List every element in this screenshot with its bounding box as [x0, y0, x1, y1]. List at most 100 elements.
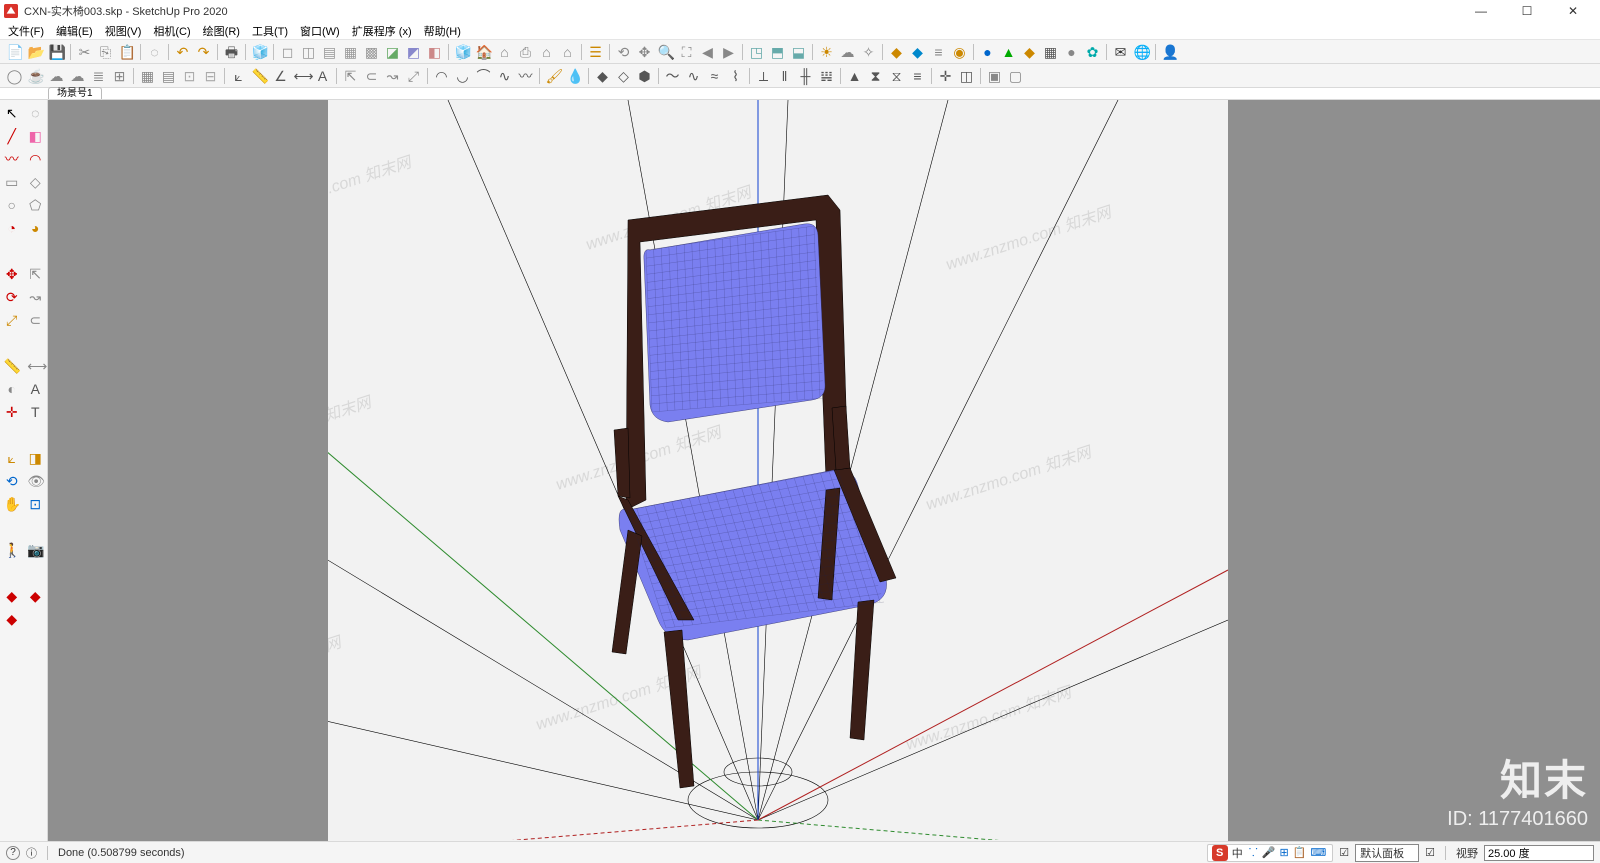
plugin-red-2[interactable]: ◆ [25, 585, 47, 607]
face-style-1[interactable]: ◻ [278, 42, 298, 62]
scale-tool[interactable]: ⤢ [1, 309, 23, 331]
guide-1[interactable]: ⟂ [754, 66, 774, 86]
dim[interactable]: ⟷ [292, 66, 312, 86]
face-style-4[interactable]: ▦ [341, 42, 361, 62]
paintb[interactable]: 🖌 [544, 66, 564, 86]
lasso-tool[interactable]: ◌ [25, 102, 47, 124]
freehand-tool[interactable]: 〰 [1, 148, 23, 170]
menu-7[interactable]: 扩展程序 (x) [346, 22, 418, 40]
component-2[interactable]: 🏠 [474, 42, 494, 62]
rectangle-tool[interactable]: ▭ [1, 171, 23, 193]
pie2-tool[interactable]: ◕ [25, 217, 47, 239]
3dtext[interactable]: T [25, 401, 47, 423]
layer-b[interactable]: ⊞ [110, 66, 130, 86]
face-style-6[interactable]: ◪ [383, 42, 403, 62]
cloud-b[interactable]: ☁ [68, 66, 88, 86]
menu-6[interactable]: 窗口(W) [294, 22, 346, 40]
arc-b[interactable]: ◡ [453, 66, 473, 86]
pushpull-tool[interactable]: ⇱ [25, 263, 47, 285]
position-cam[interactable]: 📷 [25, 539, 47, 561]
erase[interactable]: ◌ [145, 42, 165, 62]
eraser-tool[interactable]: ◧ [25, 125, 47, 147]
walk-tool[interactable]: 🚶 [1, 539, 23, 561]
face-style-8[interactable]: ◧ [425, 42, 445, 62]
look-tool[interactable]: 👁 [25, 470, 47, 492]
offset-2[interactable]: ⊂ [362, 66, 382, 86]
menu-3[interactable]: 相机(C) [147, 22, 196, 40]
zoom-ext[interactable]: ⛶ [677, 42, 697, 62]
reg-b[interactable]: ▢ [1006, 66, 1026, 86]
solid-1[interactable]: ◆ [593, 66, 613, 86]
text-tool[interactable]: A [25, 378, 47, 400]
cloud-a[interactable]: ☁ [47, 66, 67, 86]
geo[interactable]: 🌐 [1132, 42, 1152, 62]
zoomwin[interactable]: ⊡ [25, 493, 47, 515]
select-tool[interactable]: ↖ [1, 102, 23, 124]
pushpull-2[interactable]: ⇱ [341, 66, 361, 86]
model-canvas[interactable]: www.znzmo.com 知末网 www.znzmo.com 知末网 www.… [328, 100, 1228, 840]
component-4[interactable]: ⎙ [516, 42, 536, 62]
component-5[interactable]: ⌂ [537, 42, 557, 62]
face-style-5[interactable]: ▩ [362, 42, 382, 62]
layer-a[interactable]: ≣ [89, 66, 109, 86]
info-icon[interactable]: ⓘ [26, 845, 37, 861]
tray-toggle-right[interactable]: ☑ [1425, 846, 1435, 859]
new-file[interactable]: 📄 [5, 42, 25, 62]
ime-icon-1[interactable]: 🎤 [1262, 847, 1276, 859]
mail[interactable]: ✉ [1111, 42, 1131, 62]
next-view[interactable]: ▶ [719, 42, 739, 62]
grid-c[interactable]: ⊡ [180, 66, 200, 86]
angle[interactable]: ∠ [271, 66, 291, 86]
pan-cam[interactable]: ✥ [635, 42, 655, 62]
plugin-a[interactable]: ◆ [887, 42, 907, 62]
zoom-cam[interactable]: 🔍 [656, 42, 676, 62]
menu-8[interactable]: 帮助(H) [418, 22, 467, 40]
component-6[interactable]: ⌂ [558, 42, 578, 62]
solid-2[interactable]: ◇ [614, 66, 634, 86]
move-tool[interactable]: ✥ [1, 263, 23, 285]
iso-view[interactable]: ◳ [747, 42, 767, 62]
arc-c[interactable]: ⌒ [474, 66, 494, 86]
ime-icon-4[interactable]: ⌨ [1310, 847, 1326, 859]
component-1[interactable]: 🧊 [453, 42, 473, 62]
ime-icon-3[interactable]: 📋 [1293, 847, 1307, 859]
mirror[interactable]: ▲ [845, 66, 865, 86]
prev-view[interactable]: ◀ [698, 42, 718, 62]
save-file[interactable]: 💾 [47, 42, 67, 62]
close-button[interactable]: ✕ [1550, 0, 1596, 22]
menu-4[interactable]: 绘图(R) [197, 22, 246, 40]
line-tool[interactable]: ╱ [1, 125, 23, 147]
layers[interactable]: ☰ [586, 42, 606, 62]
ext-6[interactable]: ✿ [1083, 42, 1103, 62]
scale-2[interactable]: ⤢ [404, 66, 424, 86]
model-info[interactable]: 🧊 [250, 42, 270, 62]
curve-3[interactable]: ≈ [705, 66, 725, 86]
plugin-c[interactable]: ≡ [929, 42, 949, 62]
front-view[interactable]: ⬓ [789, 42, 809, 62]
curve-1[interactable]: 〜 [663, 66, 683, 86]
shadow[interactable]: ☀ [817, 42, 837, 62]
guide-3[interactable]: ╫ [796, 66, 816, 86]
ext-4[interactable]: ▦ [1041, 42, 1061, 62]
plugin-b[interactable]: ◆ [908, 42, 928, 62]
tray-select[interactable]: 默认面板 [1355, 844, 1419, 862]
circle-tool[interactable]: ◯ [5, 66, 25, 86]
undo[interactable]: ↶ [173, 42, 193, 62]
flip-h[interactable]: ⧖ [887, 66, 907, 86]
rotate-tool[interactable]: ⟳ [1, 286, 23, 308]
chair-model[interactable] [612, 195, 896, 788]
open-file[interactable]: 📂 [26, 42, 46, 62]
paste[interactable]: 📋 [117, 42, 137, 62]
offset-tool[interactable]: ⊂ [25, 309, 47, 331]
menu-0[interactable]: 文件(F) [2, 22, 50, 40]
followme[interactable]: ↝ [383, 66, 403, 86]
viewport[interactable]: www.znzmo.com 知末网 www.znzmo.com 知末网 www.… [48, 100, 1600, 841]
fog[interactable]: ☁ [838, 42, 858, 62]
print[interactable]: 🖶 [222, 42, 242, 62]
eyedrop[interactable]: 💧 [565, 66, 585, 86]
xray[interactable]: ✧ [859, 42, 879, 62]
section[interactable]: ⟀ [229, 66, 249, 86]
axis-tool[interactable]: ✛ [1, 401, 23, 423]
polygon-tool[interactable]: ⬠ [25, 194, 47, 216]
teapot[interactable]: ☕ [26, 66, 46, 86]
